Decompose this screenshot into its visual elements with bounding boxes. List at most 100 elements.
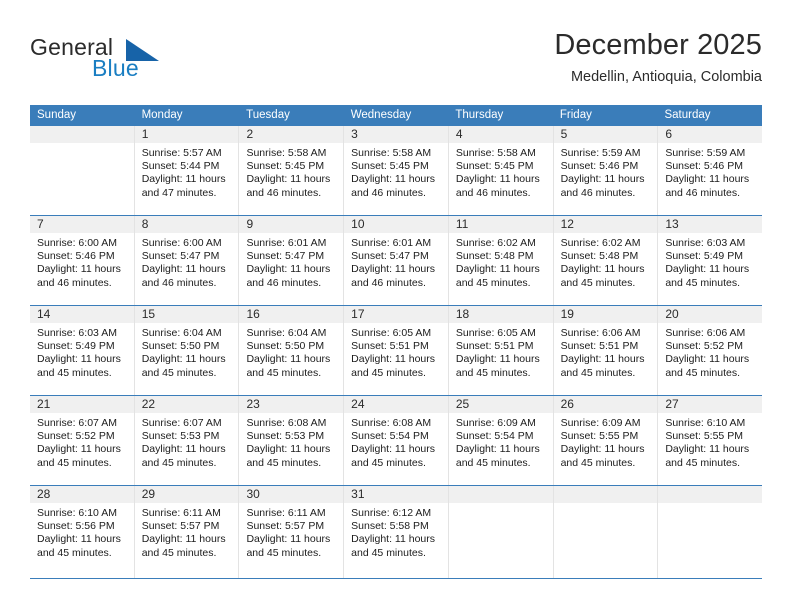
sunset-text: Sunset: 5:47 PM <box>351 250 429 263</box>
calendar-day-cell[interactable]: 13 Sunrise: 6:03 AM Sunset: 5:49 PM Dayligh… <box>658 216 763 305</box>
daylight-text-line2: and 45 minutes. <box>560 456 636 469</box>
general-blue-logo[interactable]: General Blue <box>30 34 210 90</box>
daylight-text-line2: and 45 minutes. <box>560 366 636 379</box>
daylight-text-line2: and 45 minutes. <box>665 366 741 379</box>
calendar-day-cell[interactable]: 8 Sunrise: 6:00 AM Sunset: 5:47 PM Daylight… <box>134 216 240 305</box>
daylight-text-line2: and 45 minutes. <box>246 366 322 379</box>
calendar-week-row: 21 Sunrise: 6:07 AM Sunset: 5:52 PM Dayligh… <box>30 396 763 486</box>
calendar-day-cell[interactable]: 15 Sunrise: 6:04 AM Sunset: 5:50 PM Dayligh… <box>134 306 240 395</box>
day-details: Sunrise: 5:58 AM Sunset: 5:45 PM Daylight:… <box>449 143 553 200</box>
calendar-day-cell[interactable]: 25 Sunrise: 6:09 AM Sunset: 5:54 PM Dayligh… <box>448 396 554 485</box>
sunrise-text: Sunrise: 6:00 AM <box>37 237 117 249</box>
sunset-text: Sunset: 5:49 PM <box>665 250 743 263</box>
day-number <box>658 486 763 503</box>
day-details: Sunrise: 6:00 AM Sunset: 5:47 PM Daylight:… <box>135 233 239 290</box>
daylight-text-line2: and 45 minutes. <box>37 546 112 559</box>
day-number: 8 <box>134 216 239 233</box>
weekday-header-sunday: Sunday <box>37 109 77 121</box>
calendar-day-cell[interactable]: 26 Sunrise: 6:09 AM Sunset: 5:55 PM Dayligh… <box>553 396 659 485</box>
page-title: December 2025 <box>554 29 762 61</box>
daylight-text-line1: Daylight: 11 hours <box>560 443 645 456</box>
calendar-day-cell[interactable]: 22 Sunrise: 6:07 AM Sunset: 5:53 PM Dayligh… <box>134 396 240 485</box>
sunrise-text: Sunrise: 6:06 AM <box>560 327 641 339</box>
daylight-text-line2: and 46 minutes. <box>246 276 322 289</box>
calendar-day-cell[interactable]: 3 Sunrise: 5:58 AM Sunset: 5:45 PM Daylight… <box>344 126 449 215</box>
calendar-day-cell[interactable]: 6 Sunrise: 5:59 AM Sunset: 5:46 PM Daylight… <box>658 126 763 215</box>
calendar-day-cell[interactable]: 29 Sunrise: 6:11 AM Sunset: 5:57 PM Dayligh… <box>134 486 240 578</box>
sunrise-text: Sunrise: 5:59 AM <box>560 147 641 159</box>
day-details: Sunrise: 6:02 AM Sunset: 5:48 PM Daylight:… <box>554 233 658 290</box>
calendar-cell-empty <box>448 486 554 578</box>
day-details: Sunrise: 6:03 AM Sunset: 5:49 PM Daylight:… <box>30 323 134 380</box>
day-details: Sunrise: 6:05 AM Sunset: 5:51 PM Daylight:… <box>449 323 553 380</box>
calendar-day-cell[interactable]: 1 Sunrise: 5:57 AM Sunset: 5:44 PM Daylight… <box>134 126 240 215</box>
daylight-text-line1: Daylight: 11 hours <box>246 533 331 546</box>
calendar-weeks: 1 Sunrise: 5:57 AM Sunset: 5:44 PM Daylight… <box>30 126 763 579</box>
day-number: 25 <box>448 396 553 413</box>
sunset-text: Sunset: 5:45 PM <box>246 160 325 173</box>
day-number: 30 <box>239 486 344 503</box>
day-number: 16 <box>239 306 344 323</box>
calendar-day-cell[interactable]: 14 Sunrise: 6:03 AM Sunset: 5:49 PM Dayligh… <box>30 306 135 395</box>
daylight-text-line2: and 45 minutes. <box>455 456 531 469</box>
day-number: 11 <box>448 216 553 233</box>
calendar-day-cell[interactable]: 12 Sunrise: 6:02 AM Sunset: 5:48 PM Dayligh… <box>553 216 659 305</box>
day-details: Sunrise: 5:59 AM Sunset: 5:46 PM Daylight:… <box>658 143 762 200</box>
day-details: Sunrise: 6:02 AM Sunset: 5:48 PM Daylight:… <box>449 233 553 290</box>
daylight-text-line1: Daylight: 11 hours <box>37 443 121 456</box>
calendar-day-cell[interactable]: 18 Sunrise: 6:05 AM Sunset: 5:51 PM Dayligh… <box>448 306 554 395</box>
calendar-day-cell[interactable]: 9 Sunrise: 6:01 AM Sunset: 5:47 PM Daylight… <box>239 216 345 305</box>
calendar-day-cell[interactable]: 10 Sunrise: 6:01 AM Sunset: 5:47 PM Dayligh… <box>344 216 449 305</box>
day-details: Sunrise: 6:09 AM Sunset: 5:54 PM Daylight:… <box>449 413 553 470</box>
sunset-text: Sunset: 5:55 PM <box>560 430 639 443</box>
day-details: Sunrise: 5:57 AM Sunset: 5:44 PM Daylight:… <box>135 143 239 200</box>
sunrise-text: Sunrise: 6:06 AM <box>665 327 746 339</box>
calendar-day-cell[interactable]: 23 Sunrise: 6:08 AM Sunset: 5:53 PM Dayligh… <box>239 396 345 485</box>
day-details: Sunrise: 6:07 AM Sunset: 5:53 PM Daylight:… <box>135 413 239 470</box>
daylight-text-line1: Daylight: 11 hours <box>246 263 331 276</box>
sunrise-text: Sunrise: 6:10 AM <box>37 507 117 519</box>
calendar-week-row: 28 Sunrise: 6:10 AM Sunset: 5:56 PM Dayligh… <box>30 486 763 579</box>
calendar-day-cell[interactable]: 21 Sunrise: 6:07 AM Sunset: 5:52 PM Dayligh… <box>30 396 135 485</box>
day-details: Sunrise: 6:12 AM Sunset: 5:58 PM Daylight:… <box>344 503 448 560</box>
calendar-day-cell[interactable]: 2 Sunrise: 5:58 AM Sunset: 5:45 PM Daylight… <box>239 126 345 215</box>
calendar-day-cell[interactable]: 19 Sunrise: 6:06 AM Sunset: 5:51 PM Dayligh… <box>553 306 659 395</box>
calendar-day-cell[interactable]: 11 Sunrise: 6:02 AM Sunset: 5:48 PM Dayligh… <box>448 216 554 305</box>
daylight-text-line1: Daylight: 11 hours <box>455 263 540 276</box>
calendar-day-cell[interactable]: 30 Sunrise: 6:11 AM Sunset: 5:57 PM Dayligh… <box>239 486 345 578</box>
day-number: 24 <box>344 396 448 413</box>
sunrise-text: Sunrise: 5:59 AM <box>665 147 746 159</box>
calendar-day-cell[interactable]: 5 Sunrise: 5:59 AM Sunset: 5:46 PM Daylight… <box>553 126 659 215</box>
daylight-text-line2: and 45 minutes. <box>246 456 322 469</box>
day-number: 3 <box>344 126 448 143</box>
sunset-text: Sunset: 5:46 PM <box>665 160 743 173</box>
daylight-text-line2: and 47 minutes. <box>141 186 217 199</box>
calendar-grid: Sunday Monday Tuesday Wednesday Thursday Frid… <box>30 105 763 579</box>
sunrise-text: Sunrise: 6:02 AM <box>560 237 641 249</box>
daylight-text-line1: Daylight: 11 hours <box>141 353 226 366</box>
calendar-day-cell[interactable]: 28 Sunrise: 6:10 AM Sunset: 5:56 PM Dayligh… <box>30 486 135 578</box>
sunrise-text: Sunrise: 6:07 AM <box>37 417 117 429</box>
calendar-day-cell[interactable]: 7 Sunrise: 6:00 AM Sunset: 5:46 PM Daylight… <box>30 216 135 305</box>
daylight-text-line2: and 45 minutes. <box>351 456 426 469</box>
calendar-day-cell[interactable]: 27 Sunrise: 6:10 AM Sunset: 5:55 PM Dayligh… <box>658 396 763 485</box>
daylight-text-line2: and 46 minutes. <box>246 186 322 199</box>
sunset-text: Sunset: 5:54 PM <box>351 430 429 443</box>
calendar-day-cell[interactable]: 17 Sunrise: 6:05 AM Sunset: 5:51 PM Dayligh… <box>344 306 449 395</box>
calendar-day-cell[interactable]: 31 Sunrise: 6:12 AM Sunset: 5:58 PM Dayligh… <box>344 486 449 578</box>
calendar-page: General Blue December 2025 Medellin, Ant… <box>0 0 792 612</box>
calendar-day-cell[interactable]: 16 Sunrise: 6:04 AM Sunset: 5:50 PM Dayligh… <box>239 306 345 395</box>
daylight-text-line2: and 46 minutes. <box>351 276 426 289</box>
calendar-day-cell[interactable]: 4 Sunrise: 5:58 AM Sunset: 5:45 PM Daylight… <box>448 126 554 215</box>
sunset-text: Sunset: 5:58 PM <box>351 520 429 533</box>
sunrise-text: Sunrise: 6:03 AM <box>37 327 117 339</box>
calendar-day-cell[interactable]: 20 Sunrise: 6:06 AM Sunset: 5:52 PM Dayligh… <box>658 306 763 395</box>
daylight-text-line1: Daylight: 11 hours <box>665 353 750 366</box>
daylight-text-line1: Daylight: 11 hours <box>560 353 645 366</box>
daylight-text-line1: Daylight: 11 hours <box>351 443 436 456</box>
sunset-text: Sunset: 5:48 PM <box>455 250 534 263</box>
calendar-day-cell[interactable]: 24 Sunrise: 6:08 AM Sunset: 5:54 PM Dayligh… <box>344 396 449 485</box>
sunset-text: Sunset: 5:45 PM <box>455 160 534 173</box>
sunrise-text: Sunrise: 6:05 AM <box>455 327 536 339</box>
day-details: Sunrise: 6:06 AM Sunset: 5:51 PM Daylight:… <box>554 323 658 380</box>
